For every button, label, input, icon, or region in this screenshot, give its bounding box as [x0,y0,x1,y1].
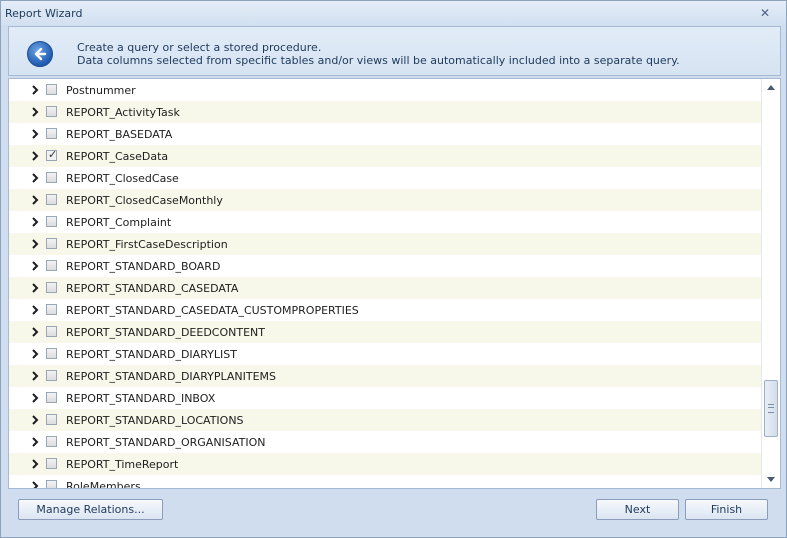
instruction-detail-text: Data columns selected from specific tabl… [77,54,680,67]
table-row[interactable]: Postnummer [9,79,762,101]
table-row[interactable]: REPORT_Complaint [9,211,762,233]
chevron-right-icon[interactable] [31,84,41,96]
chevron-right-icon[interactable] [31,172,41,184]
vertical-scrollbar[interactable] [761,79,780,488]
chevron-right-icon[interactable] [31,458,41,470]
back-arrow-icon[interactable] [27,41,53,67]
table-name-label: REPORT_STANDARD_ORGANISATION [66,436,266,449]
table-name-label: REPORT_TimeReport [66,458,179,471]
chevron-right-icon[interactable] [31,282,41,294]
chevron-right-icon[interactable] [31,480,41,488]
table-name-label: REPORT_STANDARD_DIARYPLANITEMS [66,370,277,383]
table-checkbox[interactable] [46,84,57,95]
table-checkbox[interactable] [46,260,57,271]
chevron-right-icon[interactable] [31,370,41,382]
table-name-label: REPORT_ActivityTask [66,106,180,119]
table-name-label: REPORT_FirstCaseDescription [66,238,228,251]
table-name-label: REPORT_STANDARD_CASEDATA [66,282,239,295]
table-row[interactable]: REPORT_STANDARD_BOARD [9,255,762,277]
table-checkbox[interactable] [46,480,57,488]
chevron-right-icon[interactable] [31,260,41,272]
manage-relations-button[interactable]: Manage Relations... [18,499,163,520]
table-name-label: REPORT_ClosedCaseMonthly [66,194,223,207]
table-checkbox[interactable] [46,282,57,293]
table-checkbox[interactable] [46,128,57,139]
scroll-grip-icon [768,404,774,413]
chevron-right-icon[interactable] [31,414,41,426]
table-checkbox[interactable] [46,458,57,469]
chevron-right-icon[interactable] [31,194,41,206]
table-checkbox[interactable] [46,414,57,425]
table-row[interactable]: REPORT_STANDARD_DIARYPLANITEMS [9,365,762,387]
table-checkbox[interactable] [46,172,57,183]
table-checkbox[interactable] [46,304,57,315]
table-row[interactable]: REPORT_STANDARD_INBOX [9,387,762,409]
table-row[interactable]: RoleMembers [9,475,762,489]
table-checkbox[interactable] [46,348,57,359]
window-title: Report Wizard [5,7,83,20]
scroll-up-arrow-icon[interactable] [767,85,775,90]
table-row[interactable]: REPORT_STANDARD_DIARYLIST [9,343,762,365]
scroll-thumb[interactable] [764,380,778,437]
table-row[interactable]: REPORT_STANDARD_DEEDCONTENT [9,321,762,343]
table-name-label: REPORT_STANDARD_DIARYLIST [66,348,237,361]
chevron-right-icon[interactable] [31,106,41,118]
table-row[interactable]: REPORT_BASEDATA [9,123,762,145]
title-bar: Report Wizard ✕ [1,1,786,25]
table-name-label: REPORT_STANDARD_DEEDCONTENT [66,326,265,339]
chevron-right-icon[interactable] [31,216,41,228]
checkmark-icon: ✓ [48,148,58,161]
table-checkbox[interactable]: ✓ [46,148,58,161]
table-name-label: REPORT_STANDARD_LOCATIONS [66,414,244,427]
table-row[interactable]: REPORT_ClosedCase [9,167,762,189]
scroll-down-arrow-icon[interactable] [767,477,775,482]
instruction-text: Create a query or select a stored proced… [77,41,322,54]
table-list: Postnummer REPORT_ActivityTask REPORT_BASE… [8,78,781,489]
close-icon[interactable]: ✕ [758,6,772,20]
table-name-label: REPORT_ClosedCase [66,172,179,185]
table-name-label: REPORT_BASEDATA [66,128,173,141]
table-name-label: REPORT_STANDARD_INBOX [66,392,216,405]
table-row[interactable]: REPORT_ActivityTask [9,101,762,123]
chevron-right-icon[interactable] [31,128,41,140]
table-checkbox[interactable] [46,216,57,227]
table-checkbox[interactable] [46,436,57,447]
table-row[interactable]: ✓ REPORT_CaseData [9,145,762,167]
chevron-right-icon[interactable] [31,348,41,360]
table-name-label: REPORT_STANDARD_BOARD [66,260,221,273]
table-checkbox[interactable] [46,370,57,381]
table-checkbox[interactable] [46,326,57,337]
chevron-right-icon[interactable] [31,150,41,162]
table-name-label: Postnummer [66,84,136,97]
table-checkbox[interactable] [46,238,57,249]
table-checkbox[interactable] [46,194,57,205]
chevron-right-icon[interactable] [31,304,41,316]
table-row[interactable]: REPORT_STANDARD_LOCATIONS [9,409,762,431]
chevron-right-icon[interactable] [31,326,41,338]
table-row[interactable]: REPORT_TimeReport [9,453,762,475]
table-name-label: RoleMembers [66,480,141,489]
table-name-label: REPORT_Complaint [66,216,172,229]
table-checkbox[interactable] [46,106,57,117]
next-button[interactable]: Next [596,499,679,520]
table-row[interactable]: REPORT_STANDARD_ORGANISATION [9,431,762,453]
table-row[interactable]: REPORT_STANDARD_CASEDATA_CUSTOMPROPERTIE… [9,299,762,321]
table-name-label: REPORT_STANDARD_CASEDATA_CUSTOMPROPERTIE… [66,304,359,317]
chevron-right-icon[interactable] [31,392,41,404]
report-wizard-window: Report Wizard ✕ Create a query or select… [0,0,787,538]
finish-button[interactable]: Finish [685,499,768,520]
wizard-header: Create a query or select a stored proced… [8,26,781,76]
chevron-right-icon[interactable] [31,436,41,448]
table-row[interactable]: REPORT_ClosedCaseMonthly [9,189,762,211]
table-row[interactable]: REPORT_FirstCaseDescription [9,233,762,255]
table-row[interactable]: REPORT_STANDARD_CASEDATA [9,277,762,299]
table-name-label: REPORT_CaseData [66,150,169,163]
table-checkbox[interactable] [46,392,57,403]
chevron-right-icon[interactable] [31,238,41,250]
